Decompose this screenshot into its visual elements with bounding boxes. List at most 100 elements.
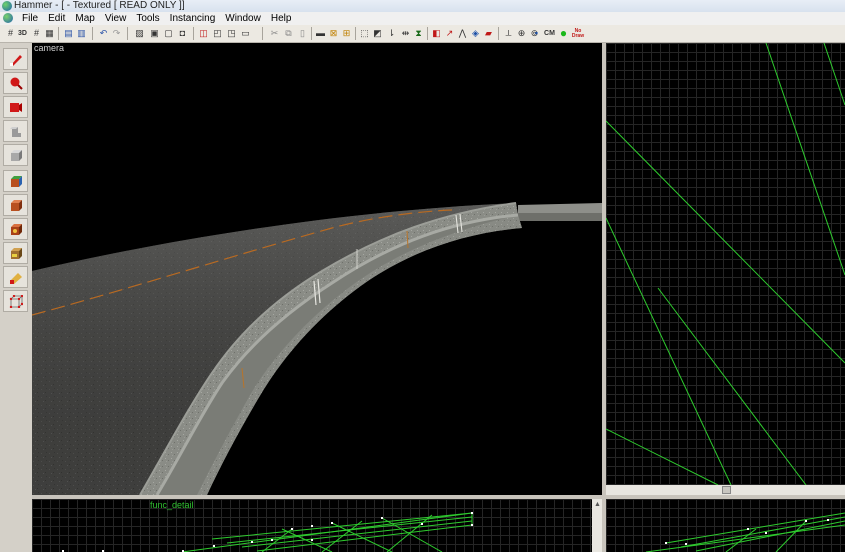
vertex-handle[interactable]: [747, 528, 749, 530]
block-tool-button[interactable]: [3, 144, 28, 166]
brush-edge: [823, 43, 845, 106]
vertex-handle[interactable]: [311, 525, 313, 527]
magnify-tool-button[interactable]: [3, 72, 28, 94]
toolbar-separator: [193, 27, 194, 40]
undo-icon[interactable]: ↶: [98, 28, 109, 39]
vertex-handle[interactable]: [331, 522, 333, 524]
displacement-toggle-icon[interactable]: ▪: [531, 28, 542, 39]
green-leaf-icon[interactable]: ●: [558, 27, 569, 39]
entity-report-icon[interactable]: ⇹: [400, 28, 411, 39]
vertex-icon[interactable]: ⊞: [341, 28, 352, 39]
menu-tools[interactable]: Tools: [131, 12, 164, 25]
texture-browser-icon[interactable]: ◈: [470, 28, 481, 39]
decal-tool-button[interactable]: [3, 218, 28, 240]
top-2d-viewport[interactable]: [606, 43, 845, 485]
overlay-icon[interactable]: ⋀: [457, 28, 468, 39]
vertex-tool-button[interactable]: [3, 290, 28, 312]
vertex-handle[interactable]: [665, 542, 667, 544]
vertex-handle[interactable]: [213, 545, 215, 547]
vertex-handle[interactable]: [805, 520, 807, 522]
vertex-handle[interactable]: [471, 512, 473, 514]
radius-culling-icon[interactable]: ⊕: [516, 28, 527, 39]
sound-icon[interactable]: ◧: [431, 28, 442, 39]
brush-edge: [665, 512, 845, 544]
toworld-icon[interactable]: ▭: [240, 28, 251, 39]
copy2-icon[interactable]: ⧉: [283, 28, 294, 39]
apply-texture-button[interactable]: [3, 194, 28, 216]
tie-entity-icon[interactable]: ▬: [315, 28, 326, 39]
maximize-button[interactable]: [793, 0, 819, 12]
3d-grid-icon[interactable]: 3D: [17, 28, 28, 39]
vertex-handle[interactable]: [471, 524, 473, 526]
cordon-icon[interactable]: ◫: [198, 28, 209, 39]
front-2d-viewport[interactable]: func_detail: [32, 499, 602, 552]
texture-scale-icon[interactable]: ◳: [226, 28, 237, 39]
brush-edge: [645, 524, 845, 552]
vertex-handle[interactable]: [765, 532, 767, 534]
cm-icon[interactable]: CM: [544, 28, 555, 39]
entity-helpers-icon[interactable]: ⟂: [503, 28, 514, 39]
top-view-hscrollbar[interactable]: [606, 485, 845, 495]
group-icon[interactable]: ▣: [149, 28, 160, 39]
no-draw-icon[interactable]: No Draw: [571, 28, 585, 40]
flip-v-icon[interactable]: ◩: [372, 28, 383, 39]
side-2d-viewport[interactable]: [606, 499, 845, 552]
vertex-handle[interactable]: [291, 528, 293, 530]
vertex-handle[interactable]: [381, 517, 383, 519]
grid-icon[interactable]: #: [5, 28, 16, 39]
scrollbar-thumb[interactable]: [722, 486, 731, 494]
copy-icon[interactable]: ▤: [63, 28, 74, 39]
menu-file[interactable]: File: [17, 12, 43, 25]
displacement-icon[interactable]: ↗: [444, 28, 455, 39]
ungroup-icon[interactable]: ▢: [163, 28, 174, 39]
larger-grid-icon[interactable]: ▦: [44, 28, 55, 39]
decal-icon[interactable]: ▰: [483, 28, 494, 39]
menu-map[interactable]: Map: [70, 12, 99, 25]
window-controls: [767, 0, 845, 12]
camera-3d-viewport[interactable]: camera: [32, 43, 602, 495]
map-document-icon[interactable]: [3, 13, 13, 23]
brush-wireframe-side: [645, 512, 845, 552]
front-view-vscrollbar[interactable]: ▲: [592, 499, 602, 552]
texture-app-icon: [11, 176, 22, 187]
entity-tool-icon: [10, 127, 21, 137]
hide-icon[interactable]: ◘: [177, 28, 188, 39]
close-button[interactable]: [819, 0, 845, 12]
vertex-handle[interactable]: [271, 539, 273, 541]
entity-tool-button[interactable]: [3, 120, 28, 142]
menu-edit[interactable]: Edit: [43, 12, 70, 25]
brush-edge: [181, 512, 473, 552]
paste2-icon[interactable]: ▯: [297, 28, 308, 39]
vertex-handle[interactable]: [421, 523, 423, 525]
menu-help[interactable]: Help: [266, 12, 297, 25]
cut-icon[interactable]: ✂: [269, 28, 280, 39]
texture-lock-icon[interactable]: ◰: [212, 28, 223, 39]
smaller-grid-icon[interactable]: #: [31, 28, 42, 39]
select-icon[interactable]: ⊠: [328, 28, 339, 39]
clipping-tool-icon: [10, 273, 22, 284]
minimize-button[interactable]: [767, 0, 793, 12]
check-problems-icon[interactable]: ⧗: [413, 28, 424, 39]
menu-window[interactable]: Window: [220, 12, 266, 25]
vertex-handle[interactable]: [311, 539, 313, 541]
scroll-up-arrow-icon[interactable]: ▲: [594, 501, 601, 508]
redo-icon[interactable]: ↷: [111, 28, 122, 39]
camera-tool-button[interactable]: [3, 96, 28, 118]
menu-view[interactable]: View: [100, 12, 132, 25]
overlay-tool-icon: [11, 248, 22, 259]
flip-h-icon[interactable]: ⬚: [359, 28, 370, 39]
vertex-handle[interactable]: [685, 543, 687, 545]
paste-icon[interactable]: ▥: [76, 28, 87, 39]
vertex-handle[interactable]: [827, 519, 829, 521]
carve-icon[interactable]: ▨: [134, 28, 145, 39]
texture-app-button[interactable]: [3, 170, 28, 192]
menu-instancing[interactable]: Instancing: [165, 12, 221, 25]
selection-tool-button[interactable]: [3, 48, 28, 70]
main-toolbar: # 3D # ▦ ▤ ▥ ↶ ↷ ▨ ▣ ▢ ◘ ◫ ◰ ◳ ▭ ✂ ⧉ ▯ ▬…: [0, 25, 845, 43]
run-map-icon[interactable]: ⇂: [386, 28, 397, 39]
clipping-tool-button[interactable]: [3, 266, 28, 288]
overlay-tool-button[interactable]: [3, 242, 28, 264]
camera-tool-icon: [10, 103, 22, 112]
toolbar-separator: [498, 27, 499, 40]
vertex-handle[interactable]: [251, 541, 253, 543]
